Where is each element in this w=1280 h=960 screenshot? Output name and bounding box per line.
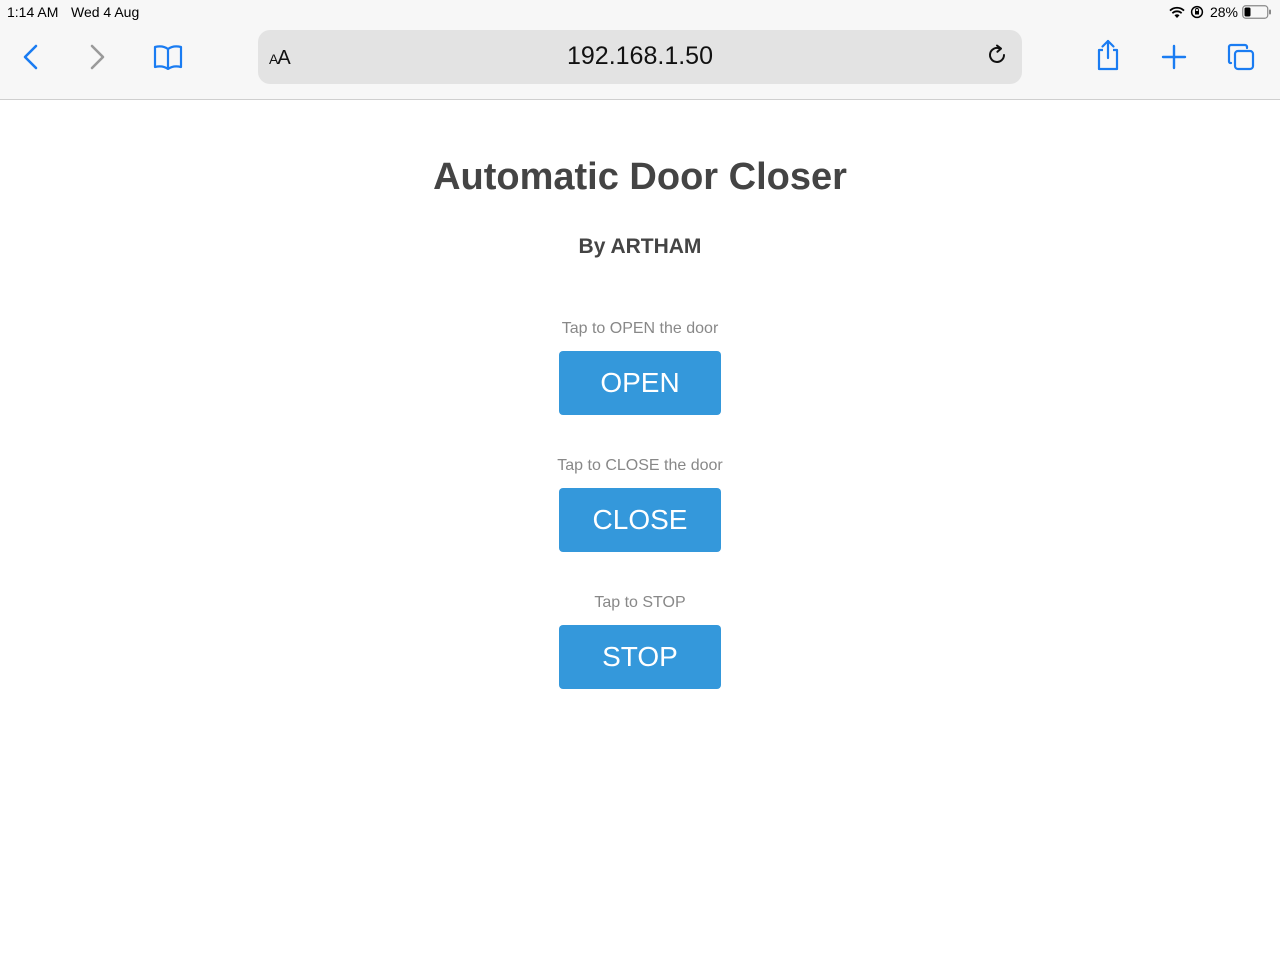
web-page: Automatic Door Closer By ARTHAM Tap to O… <box>0 100 1280 960</box>
status-time: 1:14 AM <box>7 4 59 20</box>
forward-button[interactable] <box>77 37 117 77</box>
open-button[interactable]: OPEN <box>559 351 721 415</box>
reload-button[interactable] <box>984 44 1010 70</box>
back-button[interactable] <box>11 37 51 77</box>
status-bar: 1:14 AM Wed 4 Aug 28% <box>0 0 1280 24</box>
forward-icon <box>87 43 107 71</box>
status-indicators: 28% <box>1168 3 1272 21</box>
close-button[interactable]: CLOSE <box>559 488 721 552</box>
bookmarks-button[interactable] <box>148 37 188 77</box>
battery-percent: 28% <box>1209 4 1238 20</box>
open-hint: Tap to OPEN the door <box>561 320 719 337</box>
url-text[interactable]: 192.168.1.50 <box>258 42 1022 71</box>
reload-icon <box>986 44 1008 71</box>
back-icon <box>21 43 41 71</box>
battery-icon <box>1242 5 1272 19</box>
wifi-icon <box>1168 5 1186 19</box>
tabs-overview-button[interactable] <box>1221 37 1261 77</box>
plus-icon <box>1161 44 1187 70</box>
new-tab-button[interactable] <box>1154 37 1194 77</box>
share-button[interactable] <box>1088 35 1128 75</box>
book-icon <box>153 44 183 70</box>
stop-button[interactable]: STOP <box>559 625 721 689</box>
status-date: Wed 4 Aug <box>71 4 140 20</box>
orientation-lock-icon <box>1190 5 1204 19</box>
tabs-icon <box>1227 43 1255 71</box>
browser-toolbar: AA 192.168.1.50 <box>0 24 1280 100</box>
page-subtitle: By ARTHAM <box>578 235 702 258</box>
page-title: Automatic Door Closer <box>433 156 847 198</box>
share-icon <box>1095 39 1121 71</box>
close-hint: Tap to CLOSE the door <box>557 457 723 474</box>
stop-hint: Tap to STOP <box>594 594 686 611</box>
address-bar[interactable]: AA 192.168.1.50 <box>258 30 1022 84</box>
